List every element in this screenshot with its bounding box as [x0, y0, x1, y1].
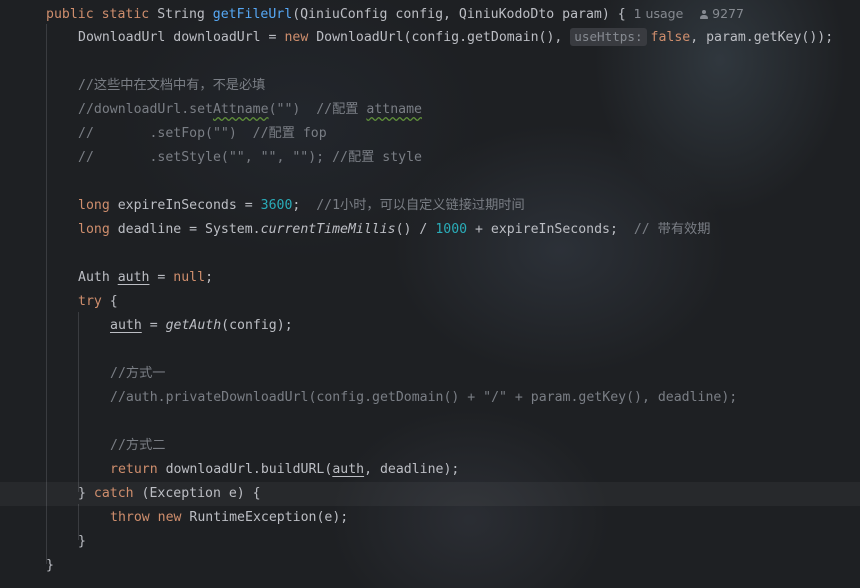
code-line-auth-decl[interactable]: Auth auth = null; — [0, 266, 860, 290]
number-literal: 3600 — [260, 198, 293, 213]
code-text: ; — [205, 270, 214, 285]
comment-text: //downloadUrl.set — [78, 102, 213, 117]
parameter-hint: useHttps: — [570, 28, 647, 46]
code-comment-attname[interactable]: //downloadUrl.setAttname("") //配置 attnam… — [0, 98, 860, 122]
keyword-long: long — [78, 222, 110, 237]
code-text: (Exception e) { — [133, 486, 261, 501]
comment-typo: attname — [366, 102, 422, 117]
keyword-long: long — [78, 198, 110, 213]
author-info[interactable]: 9277 — [699, 6, 744, 21]
code-text: = — [141, 318, 166, 333]
method-name[interactable]: getFileUrl — [213, 7, 292, 22]
code-text: + expireInSeconds; — [467, 222, 634, 237]
code-editor[interactable]: public static String getFileUrl(QiniuCon… — [0, 0, 860, 588]
keyword-null: null — [173, 270, 206, 285]
keyword-try: try — [78, 294, 102, 309]
usage-count-link[interactable]: 1 usage — [634, 6, 684, 21]
code-line-try[interactable]: try { — [0, 290, 860, 314]
code-comment[interactable]: // .setFop("") //配置 fop — [0, 122, 860, 146]
code-text: () / — [395, 222, 436, 237]
static-method-call: getAuth — [165, 318, 222, 333]
code-comment[interactable]: //auth.privateDownloadUrl(config.getDoma… — [0, 386, 860, 410]
code-text: Auth — [78, 270, 118, 285]
code-text: } — [78, 486, 94, 501]
keyword-static: static — [101, 7, 150, 22]
code-line-expire[interactable]: long expireInSeconds = 3600; //1小时，可以自定义… — [0, 194, 860, 218]
code-line-get-auth[interactable]: auth = getAuth(config); — [0, 314, 860, 338]
static-method-call: currentTimeMillis — [260, 222, 396, 237]
comment-typo: Attname — [212, 102, 269, 117]
code-line-method-signature[interactable]: public static String getFileUrl(QiniuCon… — [0, 2, 860, 26]
variable-auth: auth — [117, 270, 150, 285]
code-line-catch[interactable]: } catch (Exception e) { — [0, 482, 860, 506]
code-line-close-method[interactable]: } — [0, 554, 860, 578]
author-id: 9277 — [712, 6, 744, 21]
code-text: = — [149, 270, 174, 285]
code-text: (config); — [221, 318, 293, 333]
code-line-close-catch[interactable]: } — [0, 530, 860, 554]
code-comment: // 带有效期 — [633, 222, 711, 237]
comment-text: ("") //配置 — [268, 102, 367, 117]
keyword-new: new — [157, 510, 182, 525]
code-text: DownloadUrl downloadUrl = — [78, 30, 285, 45]
number-literal: 1000 — [435, 222, 468, 237]
code-text: RuntimeException(e); — [181, 510, 349, 525]
keyword-throw: throw — [110, 510, 150, 525]
code-comment: //1小时，可以自定义链接过期时间 — [316, 198, 525, 213]
variable-auth: auth — [332, 462, 365, 477]
keyword-catch: catch — [93, 486, 134, 501]
code-comment[interactable]: //方式二 — [0, 434, 860, 458]
keyword-false: false — [650, 30, 691, 45]
code-text: , param.getKey()); — [690, 30, 834, 45]
variable-auth: auth — [110, 318, 142, 333]
keyword-new: new — [284, 30, 309, 45]
user-icon — [699, 9, 709, 20]
code-comment[interactable]: //这些中在文档中有，不是必填 — [0, 74, 860, 98]
code-text: { — [101, 294, 118, 309]
code-text: downloadUrl.buildURL( — [157, 462, 333, 477]
code-line-return[interactable]: return downloadUrl.buildURL(auth, deadli… — [0, 458, 860, 482]
code-text: ; — [292, 198, 317, 213]
method-params: (QiniuConfig config, QiniuKodoDto param)… — [292, 7, 626, 22]
code-text: expireInSeconds = — [109, 198, 261, 213]
code-text: deadline = System. — [109, 222, 261, 237]
code-line-throw[interactable]: throw new RuntimeException(e); — [0, 506, 860, 530]
code-line-deadline[interactable]: long deadline = System.currentTimeMillis… — [0, 218, 860, 242]
keyword-public: public — [46, 7, 94, 22]
code-line-download-url[interactable]: DownloadUrl downloadUrl = new DownloadUr… — [0, 26, 860, 50]
code-comment[interactable]: //方式一 — [0, 362, 860, 386]
code-text: DownloadUrl(config.getDomain(), — [308, 30, 571, 45]
keyword-return: return — [110, 462, 158, 477]
return-type: String — [157, 7, 205, 22]
code-text: , deadline); — [364, 462, 460, 477]
code-comment[interactable]: // .setStyle("", "", ""); //配置 style — [0, 146, 860, 170]
